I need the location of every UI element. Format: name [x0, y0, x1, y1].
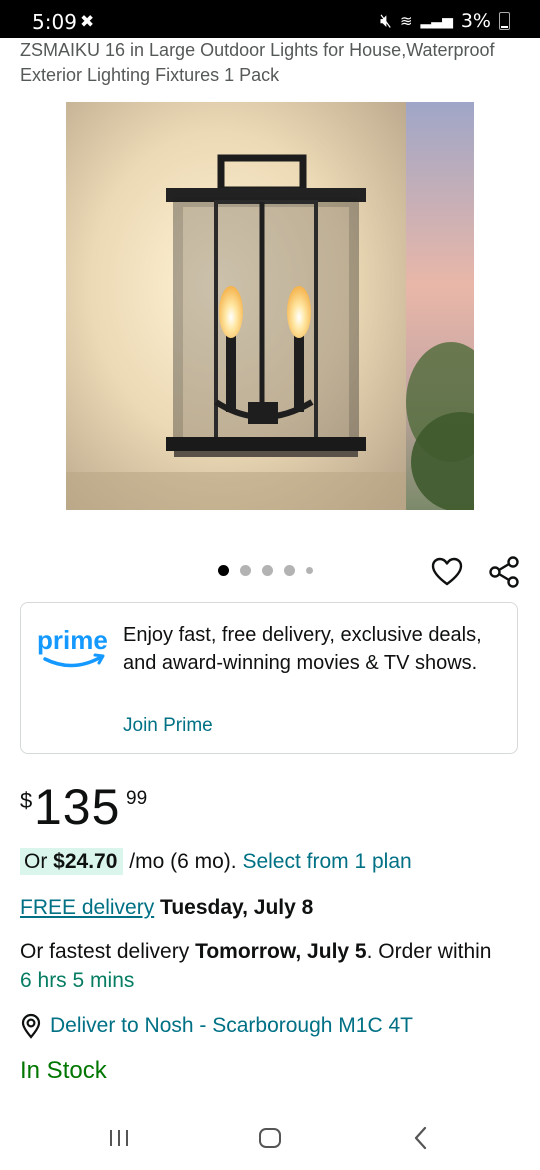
carousel-dot-2[interactable]	[240, 565, 251, 576]
price-whole: 135	[34, 779, 121, 835]
signal-icon: ▂▃▅	[420, 13, 453, 29]
price-fraction: 99	[126, 788, 148, 809]
deliver-to-label[interactable]: Deliver to Nosh - Scarborough M1C 4T	[50, 1011, 413, 1041]
home-icon[interactable]	[258, 1127, 282, 1149]
mute-icon: 🔇︎	[379, 10, 392, 32]
installment-offer: Or $24.70 /mo (6 mo). Select from 1 plan	[20, 846, 412, 878]
prime-logo-text: prime	[37, 625, 108, 655]
battery-icon	[499, 12, 510, 30]
free-delivery-date: Tuesday, July 8	[160, 896, 314, 919]
fastest-delivery: Or fastest delivery Tomorrow, July 5. Or…	[20, 937, 500, 995]
installment-prefix: Or	[24, 850, 54, 873]
status-icons: 🔇︎ ≋ ▂▃▅ 3%	[380, 10, 510, 32]
carousel-dot-1[interactable]	[218, 565, 229, 576]
system-nav-bar	[0, 1100, 540, 1170]
carousel-dot-4[interactable]	[284, 565, 295, 576]
status-bar: 5:09 ✖ 🔇︎ ≋ ▂▃▅ 3%	[0, 0, 540, 38]
product-image[interactable]	[66, 102, 474, 510]
free-delivery: FREE delivery Tuesday, July 8	[20, 893, 313, 923]
recents-icon[interactable]	[108, 1128, 130, 1148]
pinwheel-icon: ✖	[80, 12, 95, 32]
delivery-countdown: 6 hrs 5 mins	[20, 969, 135, 992]
deliver-to-location[interactable]: Deliver to Nosh - Scarborough M1C 4T	[20, 1011, 413, 1041]
join-prime-link[interactable]: Join Prime	[123, 715, 213, 737]
heart-icon[interactable]	[430, 555, 464, 589]
installment-terms: /mo (6 mo).	[123, 850, 243, 873]
location-pin-icon	[21, 1013, 41, 1039]
back-icon[interactable]	[412, 1126, 430, 1150]
fastest-date: Tomorrow, July 5	[195, 940, 367, 963]
installment-highlight: Or $24.70	[20, 848, 124, 875]
prime-message: Enjoy fast, free delivery, exclusive dea…	[123, 624, 482, 674]
price-currency-symbol: $	[20, 788, 33, 813]
wall-lantern-illustration	[66, 102, 474, 510]
wifi-icon: ≋	[399, 12, 413, 30]
select-plan-link[interactable]: Select from 1 plan	[242, 850, 411, 873]
status-time: 5:09	[32, 10, 77, 34]
prime-logo: prime	[37, 625, 108, 668]
fastest-prefix: Or fastest delivery	[20, 940, 196, 963]
image-carousel-dots[interactable]	[218, 565, 313, 576]
carousel-dot-3[interactable]	[262, 565, 273, 576]
free-delivery-link[interactable]: FREE delivery	[20, 896, 154, 919]
prime-promo-card: prime Enjoy fast, free delivery, exclusi…	[20, 602, 518, 754]
product-title[interactable]: ZSMAIKU 16 in Large Outdoor Lights for H…	[20, 38, 520, 88]
order-within-prefix: . Order within	[366, 940, 492, 963]
carousel-dot-5[interactable]	[306, 567, 313, 574]
stock-status: In Stock	[20, 1057, 107, 1084]
installment-amount: $24.70	[53, 850, 118, 873]
battery-percent: 3%	[460, 10, 491, 32]
share-icon[interactable]	[486, 554, 522, 590]
